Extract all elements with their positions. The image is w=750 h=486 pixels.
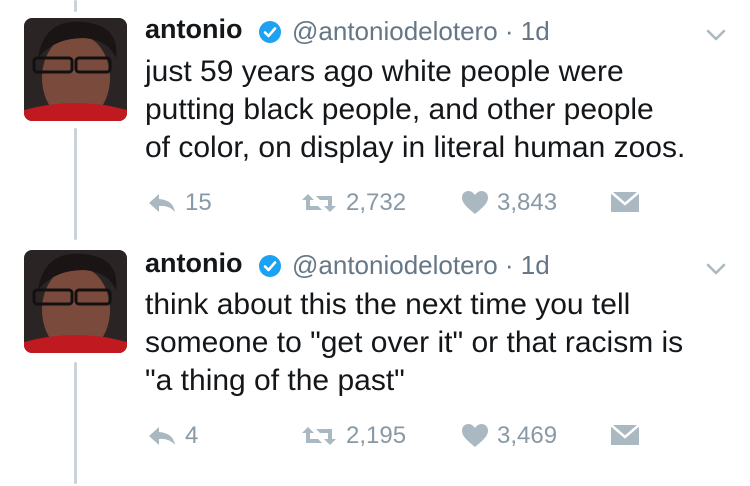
heart-icon [462, 424, 488, 447]
envelope-icon [610, 424, 640, 445]
tweet-text: think about this the next time you tell … [145, 288, 684, 397]
timestamp[interactable]: · 1d [505, 16, 550, 46]
heart-icon [462, 191, 488, 214]
like-button[interactable]: 3,469 [461, 422, 557, 450]
handle-text[interactable]: @antoniodelotero [292, 250, 498, 280]
display-name[interactable]: antonio [145, 248, 242, 279]
retweet-icon [302, 427, 336, 445]
like-button[interactable]: 3,843 [461, 189, 557, 217]
timestamp[interactable]: · 1d [505, 250, 550, 280]
avatar[interactable] [24, 250, 127, 353]
handle[interactable]: @antoniodelotero · 1d [292, 250, 550, 281]
handle[interactable]: @antoniodelotero · 1d [292, 16, 550, 47]
like-count: 3,843 [497, 189, 558, 216]
verified-badge-icon [258, 254, 282, 278]
like-count: 3,469 [497, 422, 558, 449]
reply-icon [149, 427, 175, 445]
tweet[interactable]: antonio @antoniodelotero · 1d just 59 ye… [0, 0, 750, 240]
reply-button[interactable]: 15 [147, 189, 212, 217]
reply-count: 15 [185, 189, 212, 216]
reply-icon [149, 194, 175, 212]
reply-button[interactable]: 4 [147, 422, 198, 450]
tweet[interactable]: antonio @antoniodelotero · 1d think abou… [0, 240, 750, 486]
retweet-button[interactable]: 2,195 [300, 422, 406, 450]
avatar[interactable] [24, 18, 127, 121]
tweet-text: just 59 years ago white people were putt… [145, 55, 686, 164]
retweet-icon [302, 194, 336, 212]
dm-button[interactable] [610, 191, 648, 213]
handle-text[interactable]: @antoniodelotero [292, 16, 498, 46]
dm-button[interactable] [610, 424, 648, 446]
envelope-icon [610, 191, 640, 212]
retweet-button[interactable]: 2,732 [300, 189, 406, 217]
verified-badge-icon [258, 20, 282, 44]
retweet-count: 2,195 [346, 422, 407, 449]
chevron-down-icon[interactable] [706, 28, 726, 42]
chevron-down-icon[interactable] [706, 262, 726, 276]
retweet-count: 2,732 [346, 189, 407, 216]
display-name[interactable]: antonio [145, 14, 242, 45]
reply-count: 4 [185, 422, 199, 449]
